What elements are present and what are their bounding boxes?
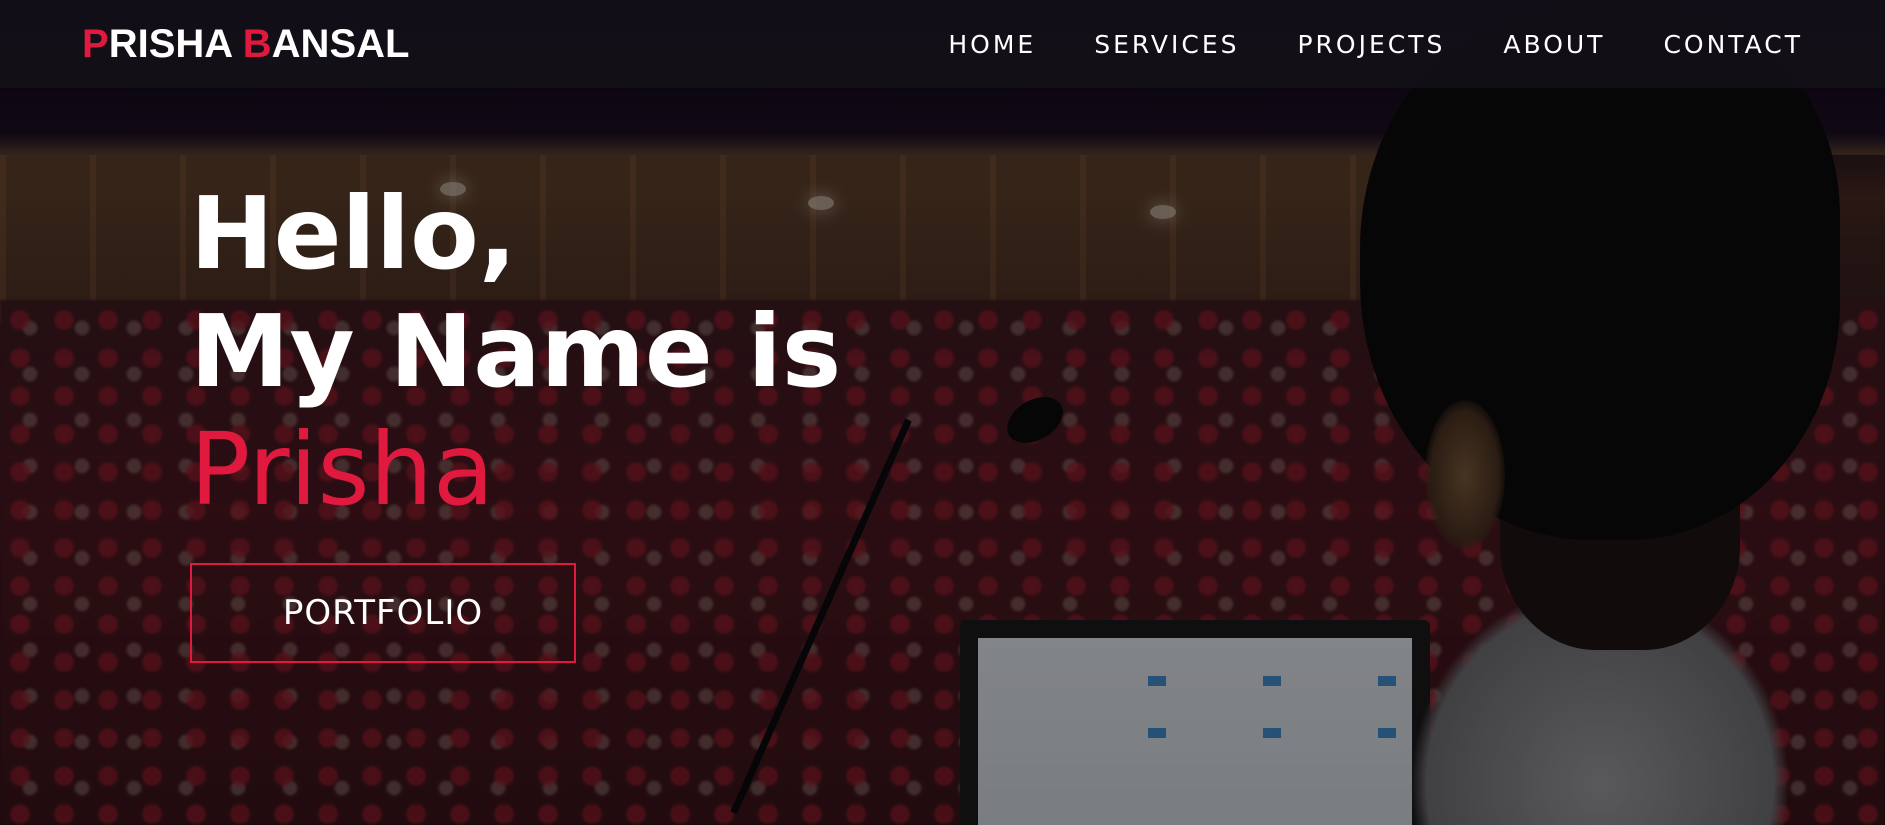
hero-name: Prisha (190, 411, 495, 528)
logo-initial-first: P (82, 21, 109, 66)
nav-link-about[interactable]: ABOUT (1503, 30, 1605, 59)
site-logo[interactable]: PRISHA BANSAL (82, 22, 409, 67)
hero-intro: My Name is (190, 293, 842, 410)
logo-space (232, 22, 243, 66)
nav-link-projects[interactable]: PROJECTS (1297, 30, 1445, 59)
hero-heading: Hello, My Name is Prisha (190, 175, 841, 529)
nav-link-home[interactable]: HOME (948, 30, 1036, 59)
portfolio-button[interactable]: PORTFOLIO (190, 563, 576, 663)
logo-last-name: ANSAL (271, 21, 410, 66)
logo-initial-last: B (242, 21, 272, 66)
hero-greeting: Hello, (190, 175, 517, 292)
nav-links: HOME SERVICES PROJECTS ABOUT CONTACT (948, 30, 1803, 59)
top-navbar: PRISHA BANSAL HOME SERVICES PROJECTS ABO… (0, 0, 1885, 88)
logo-first-name: RISHA (108, 21, 232, 66)
nav-link-services[interactable]: SERVICES (1094, 30, 1239, 59)
nav-link-contact[interactable]: CONTACT (1663, 30, 1803, 59)
